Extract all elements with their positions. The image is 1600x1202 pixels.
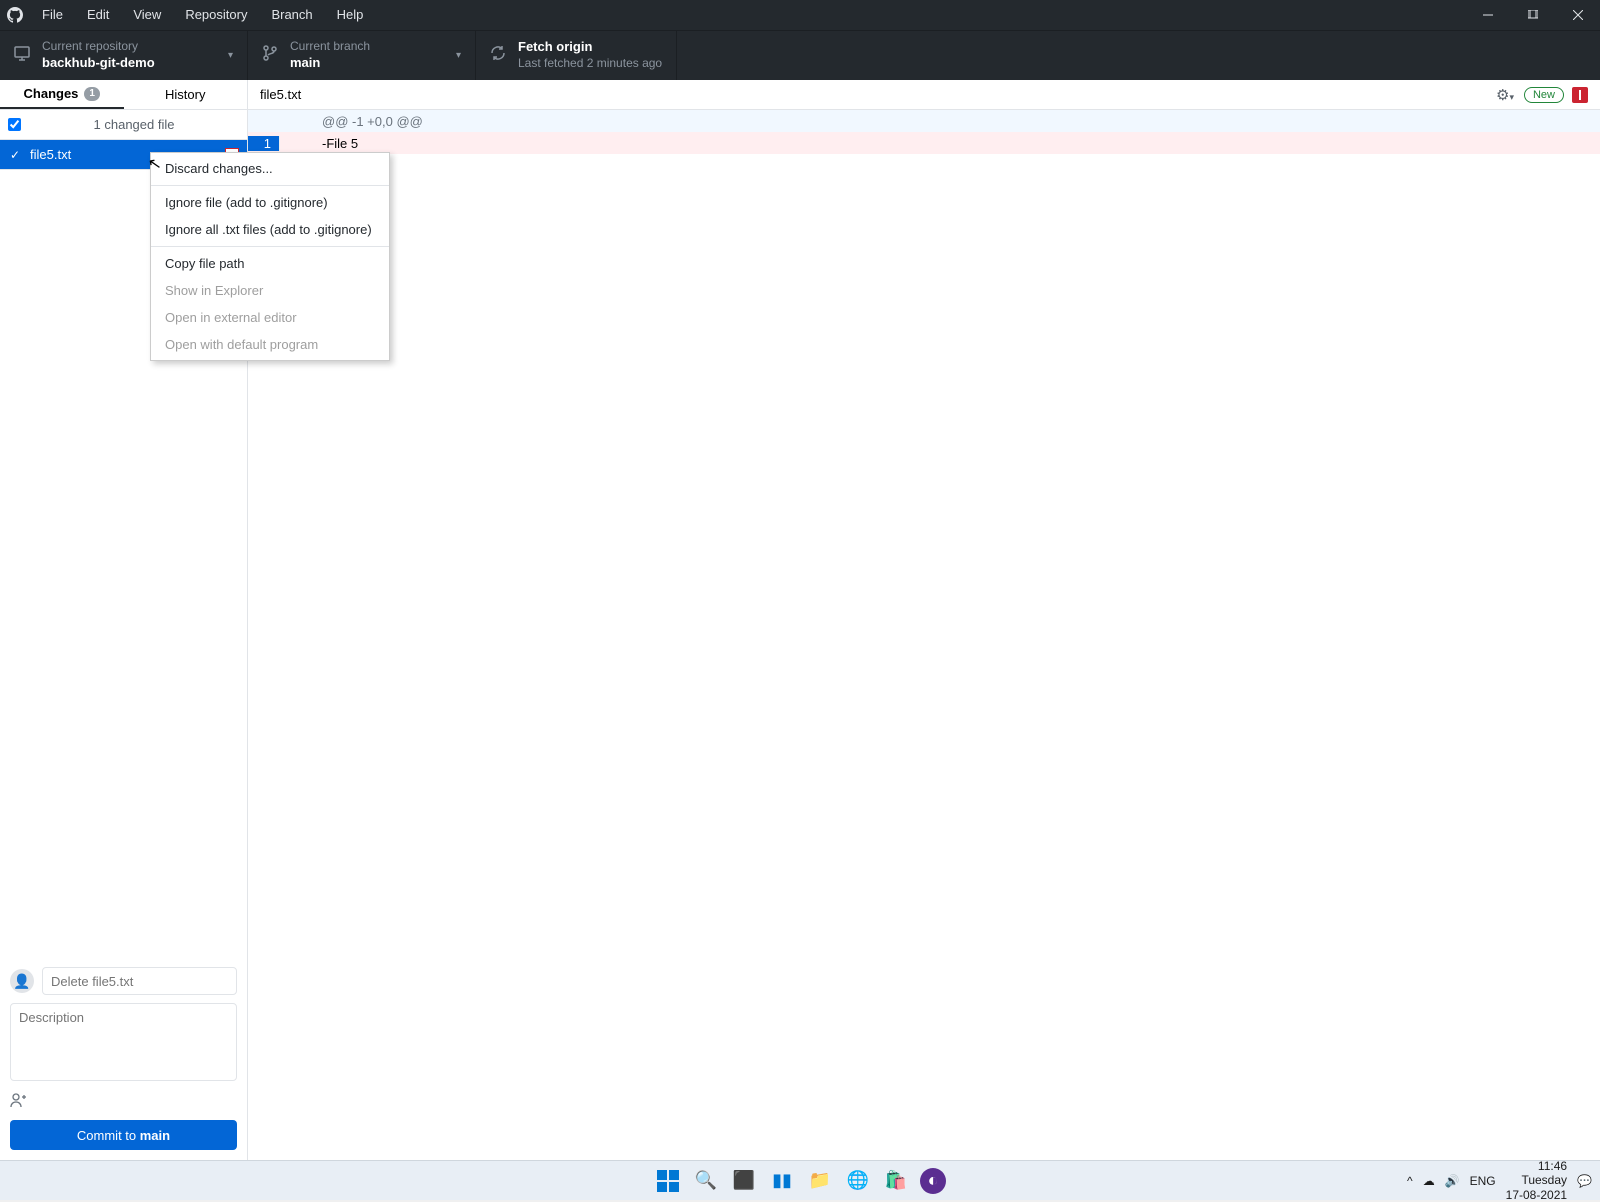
menu-edit[interactable]: Edit bbox=[75, 0, 121, 30]
diff-panel: file5.txt ⚙▾ New @@ -1 +0,0 @@ 1 -File 5 bbox=[248, 80, 1600, 1160]
chevron-down-icon: ▾ bbox=[456, 50, 461, 61]
split-diff-icon[interactable] bbox=[1572, 87, 1588, 103]
diff-line-deleted[interactable]: 1 -File 5 bbox=[248, 132, 1600, 154]
context-menu: Discard changes... Ignore file (add to .g… bbox=[150, 152, 390, 361]
context-menu-item[interactable]: Ignore all .txt files (add to .gitignore… bbox=[151, 216, 389, 243]
github-desktop-icon[interactable]: ◐ bbox=[920, 1168, 946, 1194]
commit-button[interactable]: Commit to main bbox=[10, 1120, 237, 1150]
clock-time: 11:46 bbox=[1506, 1159, 1567, 1173]
context-menu-item[interactable]: Ignore file (add to .gitignore) bbox=[151, 189, 389, 216]
changes-count-badge: 1 bbox=[84, 87, 100, 101]
chevron-down-icon: ▾ bbox=[228, 50, 233, 61]
new-badge[interactable]: New bbox=[1524, 87, 1564, 103]
tray-chevron-icon[interactable]: ^ bbox=[1407, 1174, 1413, 1188]
monitor-icon bbox=[14, 45, 30, 66]
context-menu-item: Open with default program bbox=[151, 331, 389, 358]
context-menu-separator bbox=[151, 246, 389, 247]
gear-icon[interactable]: ⚙▾ bbox=[1496, 86, 1514, 104]
git-branch-icon bbox=[262, 45, 278, 66]
language-indicator[interactable]: ENG bbox=[1470, 1174, 1496, 1188]
repo-value: backhub-git-demo bbox=[42, 55, 155, 72]
menu-file[interactable]: File bbox=[30, 0, 75, 30]
start-button[interactable] bbox=[654, 1167, 682, 1195]
menu-branch[interactable]: Branch bbox=[259, 0, 324, 30]
fetch-label: Fetch origin bbox=[518, 39, 662, 56]
branch-selector[interactable]: Current branch main ▾ bbox=[248, 31, 476, 80]
widgets-icon[interactable]: ▮▮ bbox=[768, 1167, 796, 1195]
context-menu-item[interactable]: Discard changes... bbox=[151, 155, 389, 182]
task-view-icon[interactable]: ⬛ bbox=[730, 1167, 758, 1195]
fetch-status: Last fetched 2 minutes ago bbox=[518, 56, 662, 72]
menubar: File Edit View Repository Branch Help bbox=[0, 0, 1600, 30]
commit-button-branch: main bbox=[140, 1128, 170, 1143]
explorer-icon[interactable]: 📁 bbox=[806, 1167, 834, 1195]
branch-label: Current branch bbox=[290, 39, 370, 55]
changed-files-header: 1 changed file bbox=[0, 110, 247, 140]
onedrive-icon[interactable]: ☁ bbox=[1423, 1174, 1435, 1188]
commit-panel: 👤 Commit to main bbox=[0, 957, 247, 1160]
store-icon[interactable]: 🛍️ bbox=[882, 1167, 910, 1195]
toolbar: Current repository backhub-git-demo ▾ Cu… bbox=[0, 30, 1600, 80]
changed-files-label: 1 changed file bbox=[29, 117, 239, 132]
sync-icon bbox=[490, 45, 506, 66]
app-logo bbox=[0, 7, 30, 23]
context-menu-item[interactable]: Copy file path bbox=[151, 250, 389, 277]
window-minimize[interactable] bbox=[1465, 0, 1510, 30]
diff-line-content: -File 5 bbox=[312, 136, 1600, 151]
check-icon: ✓ bbox=[8, 148, 22, 162]
select-all-checkbox[interactable] bbox=[8, 118, 21, 131]
menu-view[interactable]: View bbox=[121, 0, 173, 30]
volume-icon[interactable]: 🔊 bbox=[1445, 1174, 1460, 1188]
line-number: 1 bbox=[248, 136, 280, 151]
repo-selector[interactable]: Current repository backhub-git-demo ▾ bbox=[0, 31, 248, 80]
menu-repository[interactable]: Repository bbox=[173, 0, 259, 30]
fetch-origin-button[interactable]: Fetch origin Last fetched 2 minutes ago bbox=[476, 31, 677, 80]
taskbar: 🔍 ⬛ ▮▮ 📁 🌐 🛍️ ◐ ^ ☁ 🔊 ENG 11:46 Tuesday … bbox=[0, 1160, 1600, 1200]
notifications-icon[interactable]: 💬 bbox=[1577, 1174, 1592, 1188]
diff-hunk-header: @@ -1 +0,0 @@ bbox=[248, 110, 1600, 132]
window-close[interactable] bbox=[1555, 0, 1600, 30]
commit-summary-input[interactable] bbox=[42, 967, 237, 995]
clock[interactable]: 11:46 Tuesday 17-08-2021 bbox=[1506, 1159, 1567, 1202]
window-maximize[interactable] bbox=[1510, 0, 1555, 30]
search-icon[interactable]: 🔍 bbox=[692, 1167, 720, 1195]
context-menu-separator bbox=[151, 185, 389, 186]
clock-day: Tuesday bbox=[1506, 1173, 1567, 1187]
context-menu-item: Show in Explorer bbox=[151, 277, 389, 304]
tab-changes-label: Changes bbox=[24, 86, 79, 101]
edge-icon[interactable]: 🌐 bbox=[844, 1167, 872, 1195]
add-coauthor-button[interactable] bbox=[10, 1092, 26, 1112]
commit-description-input[interactable] bbox=[10, 1003, 237, 1081]
avatar: 👤 bbox=[10, 969, 34, 993]
branch-value: main bbox=[290, 55, 370, 72]
menu-help[interactable]: Help bbox=[325, 0, 376, 30]
tab-history[interactable]: History bbox=[124, 80, 248, 109]
diff-file-name: file5.txt bbox=[260, 87, 301, 102]
repo-label: Current repository bbox=[42, 39, 155, 55]
commit-button-prefix: Commit to bbox=[77, 1128, 140, 1143]
tab-changes[interactable]: Changes 1 bbox=[0, 80, 124, 109]
context-menu-item: Open in external editor bbox=[151, 304, 389, 331]
